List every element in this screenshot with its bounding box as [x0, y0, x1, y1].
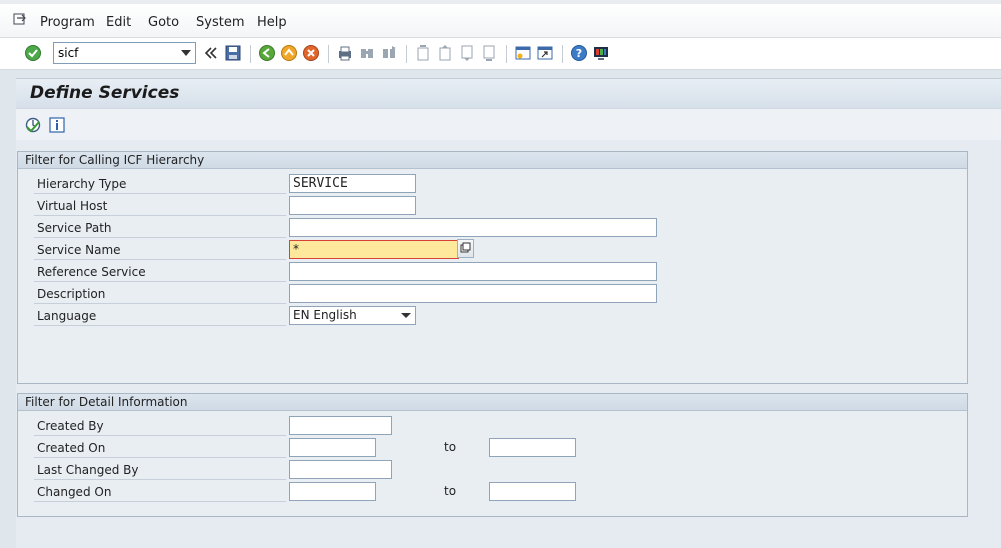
back-double-icon[interactable]: [202, 44, 220, 62]
group-title: Filter for Detail Information: [18, 394, 967, 411]
cancel-icon[interactable]: [302, 44, 320, 62]
save-icon[interactable]: [224, 44, 242, 62]
language-select[interactable]: EN English: [289, 306, 416, 325]
last-changed-by-field[interactable]: [289, 460, 392, 479]
field-label: Description: [34, 282, 286, 304]
multiple-selection-button[interactable]: [457, 239, 474, 258]
language-value: EN English: [293, 308, 357, 322]
application-toolbar: [16, 108, 1001, 140]
detail-filter-group: Filter for Detail Information Created By…: [17, 393, 968, 517]
chevron-down-icon[interactable]: [181, 50, 191, 56]
page-title: Define Services: [30, 83, 180, 103]
next-page-icon[interactable]: [458, 44, 476, 62]
to-label: to: [444, 484, 457, 498]
last-page-icon[interactable]: [480, 44, 498, 62]
changed-on-from-field[interactable]: [289, 482, 376, 501]
standard-toolbar: ?: [0, 38, 1001, 70]
created-by-field[interactable]: [289, 416, 392, 435]
title-bar: Define Services: [16, 78, 1001, 108]
field-label: Virtual Host: [34, 194, 286, 216]
field-label: Service Name: [34, 238, 286, 260]
virtual-host-field[interactable]: [289, 196, 416, 215]
print-icon[interactable]: [336, 44, 354, 62]
menu-bar: Program Edit Goto System Help: [0, 0, 1001, 38]
exit-icon[interactable]: [280, 44, 298, 62]
execute-icon[interactable]: [24, 116, 42, 134]
enter-icon[interactable]: [24, 44, 42, 62]
menu-program[interactable]: Program: [40, 15, 95, 30]
service-path-field[interactable]: [289, 218, 657, 237]
hierarchy-filter-group: Filter for Calling ICF Hierarchy Hierarc…: [17, 151, 968, 384]
command-field[interactable]: [53, 42, 196, 64]
menu-edit[interactable]: Edit: [106, 15, 131, 30]
menu-goto[interactable]: Goto: [148, 15, 179, 30]
command-input[interactable]: [54, 43, 174, 63]
description-field[interactable]: [289, 284, 657, 303]
menu-help[interactable]: Help: [257, 15, 287, 30]
info-icon[interactable]: [48, 116, 66, 134]
menu-system[interactable]: System: [196, 15, 244, 30]
find-next-icon[interactable]: [380, 44, 398, 62]
shortcut-icon[interactable]: [536, 44, 554, 62]
field-label: Service Path: [34, 216, 286, 238]
to-label: to: [444, 440, 457, 454]
find-icon[interactable]: [358, 44, 376, 62]
copy-icon: [460, 242, 471, 253]
field-label: Changed On: [34, 480, 286, 502]
chevron-down-icon[interactable]: [401, 313, 411, 318]
back-icon[interactable]: [258, 44, 276, 62]
group-title: Filter for Calling ICF Hierarchy: [18, 152, 967, 169]
reference-service-field[interactable]: [289, 262, 657, 281]
prev-page-icon[interactable]: [436, 44, 454, 62]
hierarchy-type-field[interactable]: SERVICE: [289, 174, 416, 193]
help-icon[interactable]: ?: [570, 44, 588, 62]
service-name-field[interactable]: *: [289, 240, 459, 259]
created-on-to-field[interactable]: [489, 438, 576, 457]
content-area: Filter for Calling ICF Hierarchy Hierarc…: [16, 140, 1001, 548]
field-label: Language: [34, 304, 286, 326]
new-session-icon[interactable]: [514, 44, 532, 62]
field-label: Reference Service: [34, 260, 286, 282]
field-label: Hierarchy Type: [34, 172, 286, 194]
field-label: Created By: [34, 414, 286, 436]
created-on-from-field[interactable]: [289, 438, 376, 457]
first-page-icon[interactable]: [414, 44, 432, 62]
field-label: Created On: [34, 436, 286, 458]
svg-text:?: ?: [576, 47, 582, 60]
customize-layout-icon[interactable]: [592, 44, 610, 62]
changed-on-to-field[interactable]: [489, 482, 576, 501]
menu-icon[interactable]: [13, 12, 27, 26]
field-label: Last Changed By: [34, 458, 286, 480]
